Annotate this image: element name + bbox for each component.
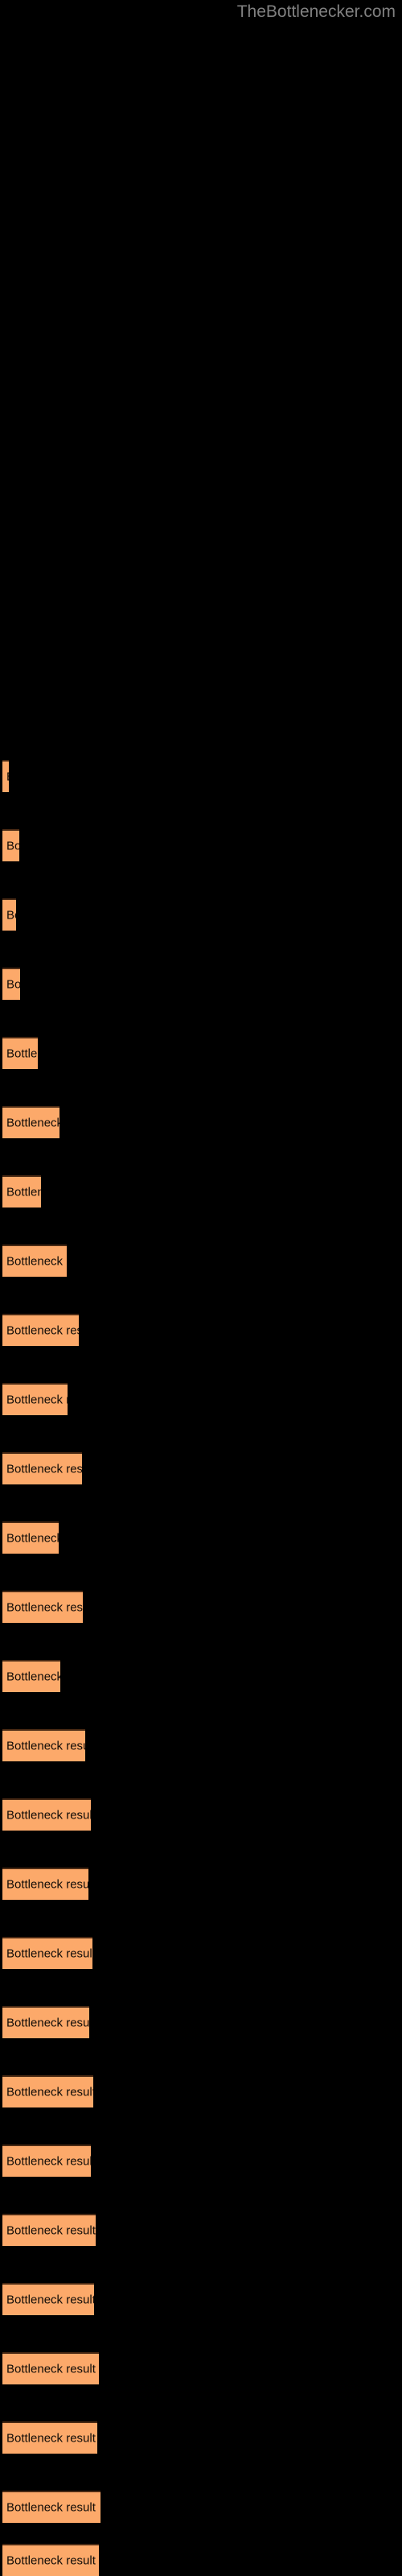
bar-row: Bottleneck result [0,2352,402,2384]
chart-bar[interactable]: Bottleneck result [2,2491,100,2523]
chart-bar-label: Bottleneck result [6,2154,91,2169]
chart-bar[interactable]: Bottleneck result [2,1314,79,1346]
bar-row: Bottleneck result [0,2075,402,2107]
bar-row: Bottleneck result [0,1798,402,1831]
chart-bar-label: Bottleneck result [6,1739,85,1753]
bar-row: Bottleneck result [0,2283,402,2315]
bar-row: Bottleneck result [0,1868,402,1900]
bar-row: Bottleneck result [0,1106,402,1138]
bar-row: Bottleneck result [0,1937,402,1969]
chart-bar-label: Bottleneck result [6,1462,82,1476]
bar-row: Bottleneck result [0,1314,402,1346]
chart-bar-label: Bottleneck result [6,1116,59,1130]
bar-row: Bottleneck result [0,1245,402,1277]
chart-bar-label: Bottleneck result [6,1393,68,1407]
chart-bar[interactable]: Bottleneck result [2,760,9,792]
bar-row: Bottleneck result [0,1037,402,1069]
bar-row: Bottleneck result [0,898,402,931]
chart-bar[interactable]: Bottleneck result [2,1729,85,1761]
chart-bar-label: Bottleneck result [6,2016,89,2030]
chart-bar-label: Bottleneck result [6,2362,96,2376]
chart-bar-label: Bottleneck result [6,908,16,923]
bar-row: Bottleneck result [0,1660,402,1692]
bar-row: Bottleneck result [0,2421,402,2454]
chart-bar-label: Bottleneck result [6,2085,93,2099]
bar-row: Bottleneck result [0,2491,402,2523]
chart-bar[interactable]: Bottleneck result [2,1452,82,1484]
chart-bar-label: Bottleneck result [6,1254,67,1269]
chart-bar[interactable]: Bottleneck result [2,1521,59,1554]
bar-row: Bottleneck result [0,829,402,861]
chart-bar[interactable]: Bottleneck result [2,2544,99,2576]
bar-row: Bottleneck result [0,1175,402,1208]
bar-row: Bottleneck result [0,760,402,792]
chart-bar-label: Bottleneck result [6,1185,41,1199]
chart-bar-label: Bottleneck result [6,1877,88,1892]
chart-bar-label: Bottleneck result [6,2223,96,2238]
chart-bar-label: Bottleneck result [6,2553,96,2568]
chart-bar[interactable]: Bottleneck result [2,2352,99,2384]
chart-bar[interactable]: Bottleneck result [2,1175,41,1208]
chart-bar[interactable]: Bottleneck result [2,2075,93,2107]
chart-bar[interactable]: Bottleneck result [2,1383,68,1415]
chart-bar-label: Bottleneck result [6,1946,92,1961]
bar-row: Bottleneck result [0,1383,402,1415]
site-title-watermark: TheBottlenecker.com [236,2,396,21]
bar-row: Bottleneck result [0,2145,402,2177]
chart-bar[interactable]: Bottleneck result [2,1798,91,1831]
chart-bar-label: Bottleneck result [6,977,20,992]
chart-bar[interactable]: Bottleneck result [2,2214,96,2246]
chart-bar[interactable]: Bottleneck result [2,968,20,1000]
bar-row: Bottleneck result [0,2214,402,2246]
chart-bar[interactable]: Bottleneck result [2,2421,97,2454]
chart-bar[interactable]: Bottleneck result [2,1868,88,1900]
chart-bar[interactable]: Bottleneck result [2,1245,67,1277]
chart-bar[interactable]: Bottleneck result [2,2006,89,2038]
chart-bar-label: Bottleneck result [6,1670,60,1684]
bar-row: Bottleneck result [0,1452,402,1484]
chart-bar[interactable]: Bottleneck result [2,2283,94,2315]
bottleneck-bar-chart: Bottleneck result Bottleneck result Bottle… [0,0,402,2576]
chart-bar[interactable]: Bottleneck result [2,829,19,861]
chart-bar-label: Bottleneck result [6,770,9,784]
chart-bar-label: Bottleneck result [6,1046,38,1061]
chart-bar-label: Bottleneck result [6,839,19,853]
chart-bar-label: Bottleneck result [6,1808,91,1823]
bar-row: Bottleneck result [0,2544,402,2576]
chart-bar[interactable]: Bottleneck result [2,898,16,931]
chart-bar-label: Bottleneck result [6,2293,94,2307]
bar-row: Bottleneck result [0,2006,402,2038]
chart-bar[interactable]: Bottleneck result [2,1591,83,1623]
bar-row: Bottleneck result [0,1591,402,1623]
chart-bar-label: Bottleneck result [6,2500,96,2515]
bar-row: Bottleneck result [0,1729,402,1761]
bar-row: Bottleneck result [0,968,402,1000]
chart-bar[interactable]: Bottleneck result [2,1937,92,1969]
chart-bar[interactable]: Bottleneck result [2,1037,38,1069]
chart-bar[interactable]: Bottleneck result [2,1660,60,1692]
chart-bar-label: Bottleneck result [6,1323,79,1338]
chart-bar-label: Bottleneck result [6,1600,83,1615]
chart-bar-label: Bottleneck result [6,2431,96,2446]
chart-bar[interactable]: Bottleneck result [2,2145,91,2177]
chart-bar[interactable]: Bottleneck result [2,1106,59,1138]
chart-bar-label: Bottleneck result [6,1531,59,1546]
bar-row: Bottleneck result [0,1521,402,1554]
